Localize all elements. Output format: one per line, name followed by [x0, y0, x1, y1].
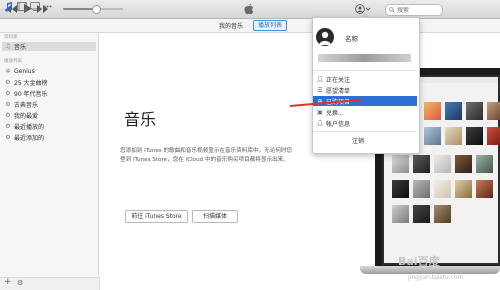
person-icon: 👤︎: [316, 75, 324, 83]
account-name: 名称: [345, 35, 358, 43]
gift-icon: ▣: [317, 108, 323, 116]
sidebar-item-favorites[interactable]: ⚙ 我的最爱: [2, 111, 96, 120]
sidebar-item-label: Genius: [14, 68, 35, 75]
sidebar-item-music[interactable]: ♫ 音乐: [2, 42, 96, 51]
tab-playlists[interactable]: 播放列表: [253, 20, 288, 31]
gear-icon: ⚙: [5, 90, 11, 97]
album-cover: [455, 180, 472, 198]
menu-item-wishlist[interactable]: ☰ 愿望清单: [313, 85, 417, 95]
sidebar-item-recently-added[interactable]: ⚙ 最近添加的: [2, 133, 96, 142]
sidebar-item-label: 音乐: [14, 44, 27, 51]
tab-my-music[interactable]: 我的音乐: [219, 21, 243, 30]
album-cover: [487, 127, 500, 145]
menu-item-label: 正在关注: [326, 76, 351, 84]
album-cover: [413, 205, 430, 223]
menu-item-account-info[interactable]: 👤︎ 帐户信息: [313, 118, 417, 128]
search-field[interactable]: [385, 4, 443, 16]
settings-gear-icon[interactable]: ⚙: [17, 279, 23, 287]
album-cover: [455, 155, 472, 173]
menu-item-label: 愿望清单: [326, 87, 351, 95]
sidebar-item-genius[interactable]: ✲ Genius: [2, 67, 96, 76]
genius-icon: ✲: [5, 68, 11, 75]
album-cover: [466, 127, 483, 145]
menu-item-label: 兑换...: [326, 109, 344, 117]
album-cover: [434, 205, 451, 223]
album-cover: [392, 205, 409, 223]
add-playlist-button[interactable]: +: [4, 277, 12, 287]
description-line-1: 您添加到 iTunes 的歌曲和音乐视频显示在音乐资料库中。无论何时您: [120, 148, 293, 154]
apple-logo-icon: [243, 3, 255, 15]
account-email-blurred: [318, 54, 411, 62]
gear-icon: ⚙: [5, 112, 11, 119]
itunes-store-button[interactable]: 前往 iTunes Store: [125, 210, 188, 223]
sidebar-item-label: 90 年代音乐: [14, 91, 48, 98]
sidebar-item-label: 25 大金曲榜: [14, 80, 48, 87]
album-cover: [392, 155, 409, 173]
description-line-2: 登到 iTunes Store，您在 iCloud 中的音乐购买项目都将显示出来…: [120, 157, 289, 163]
sidebar-item-top25[interactable]: ⚙ 25 大金曲榜: [2, 78, 96, 87]
more-icon[interactable]: [42, 1, 53, 12]
toolbar: [0, 19, 500, 33]
album-cover: [466, 102, 483, 120]
album-cover: [434, 155, 451, 173]
tv-icon[interactable]: [29, 1, 40, 12]
sidebar-item-label: 最近添加的: [14, 135, 45, 142]
album-cover: [424, 127, 441, 145]
music-note-icon: ♫: [5, 43, 11, 50]
album-cover: [445, 127, 462, 145]
progress-knob[interactable]: [92, 5, 101, 14]
avatar: [316, 28, 334, 46]
gear-icon: ⚙: [5, 134, 11, 141]
album-cover: [476, 180, 493, 198]
album-cover: [424, 102, 441, 120]
menu-divider: [313, 70, 417, 71]
sidebar-item-label: 最近播放的: [14, 124, 45, 131]
menu-item-label: 帐户信息: [326, 120, 351, 128]
album-cover: [413, 155, 430, 173]
menu-item-redeem[interactable]: ▣ 兑换...: [313, 107, 417, 117]
menu-item-following[interactable]: 👤︎ 正在关注: [313, 74, 417, 84]
album-cover: [487, 102, 500, 120]
gear-icon: ⚙: [5, 79, 11, 86]
gear-icon: ⚙: [5, 123, 11, 130]
list-icon: ☰: [317, 86, 323, 94]
sidebar-item-label: 古典音乐: [14, 102, 39, 109]
album-cover: [445, 102, 462, 120]
album-cover: [413, 180, 430, 198]
sidebar-item-label: 我的最爱: [14, 113, 39, 120]
watermark-url: jingyan.baidu.com: [408, 274, 464, 281]
gear-icon: ⚙: [5, 101, 11, 108]
menu-divider: [313, 131, 417, 132]
person-icon: 👤︎: [316, 119, 324, 127]
sidebar-item-90s[interactable]: ⚙ 90 年代音乐: [2, 89, 96, 98]
album-cover: [434, 180, 451, 198]
page-title: 音乐: [124, 110, 157, 129]
sidebar-item-recently-played[interactable]: ⚙ 最近播放的: [2, 122, 96, 131]
music-note-icon[interactable]: [3, 1, 14, 12]
video-icon[interactable]: [16, 1, 27, 12]
playlists-header: 播放列表: [4, 59, 22, 64]
sidebar-item-classical[interactable]: ⚙ 古典音乐: [2, 100, 96, 109]
scan-media-button[interactable]: 扫描媒体: [192, 210, 238, 223]
logout-button[interactable]: 注销: [352, 136, 364, 145]
baidu-watermark-logo: Bai百度: [398, 255, 440, 268]
album-cover: [392, 180, 409, 198]
progress-slider[interactable]: [63, 5, 123, 14]
search-input[interactable]: [395, 6, 437, 14]
sidebar-footer: [0, 277, 100, 290]
library-header: 资料库: [4, 35, 18, 40]
album-cover: [476, 155, 493, 173]
